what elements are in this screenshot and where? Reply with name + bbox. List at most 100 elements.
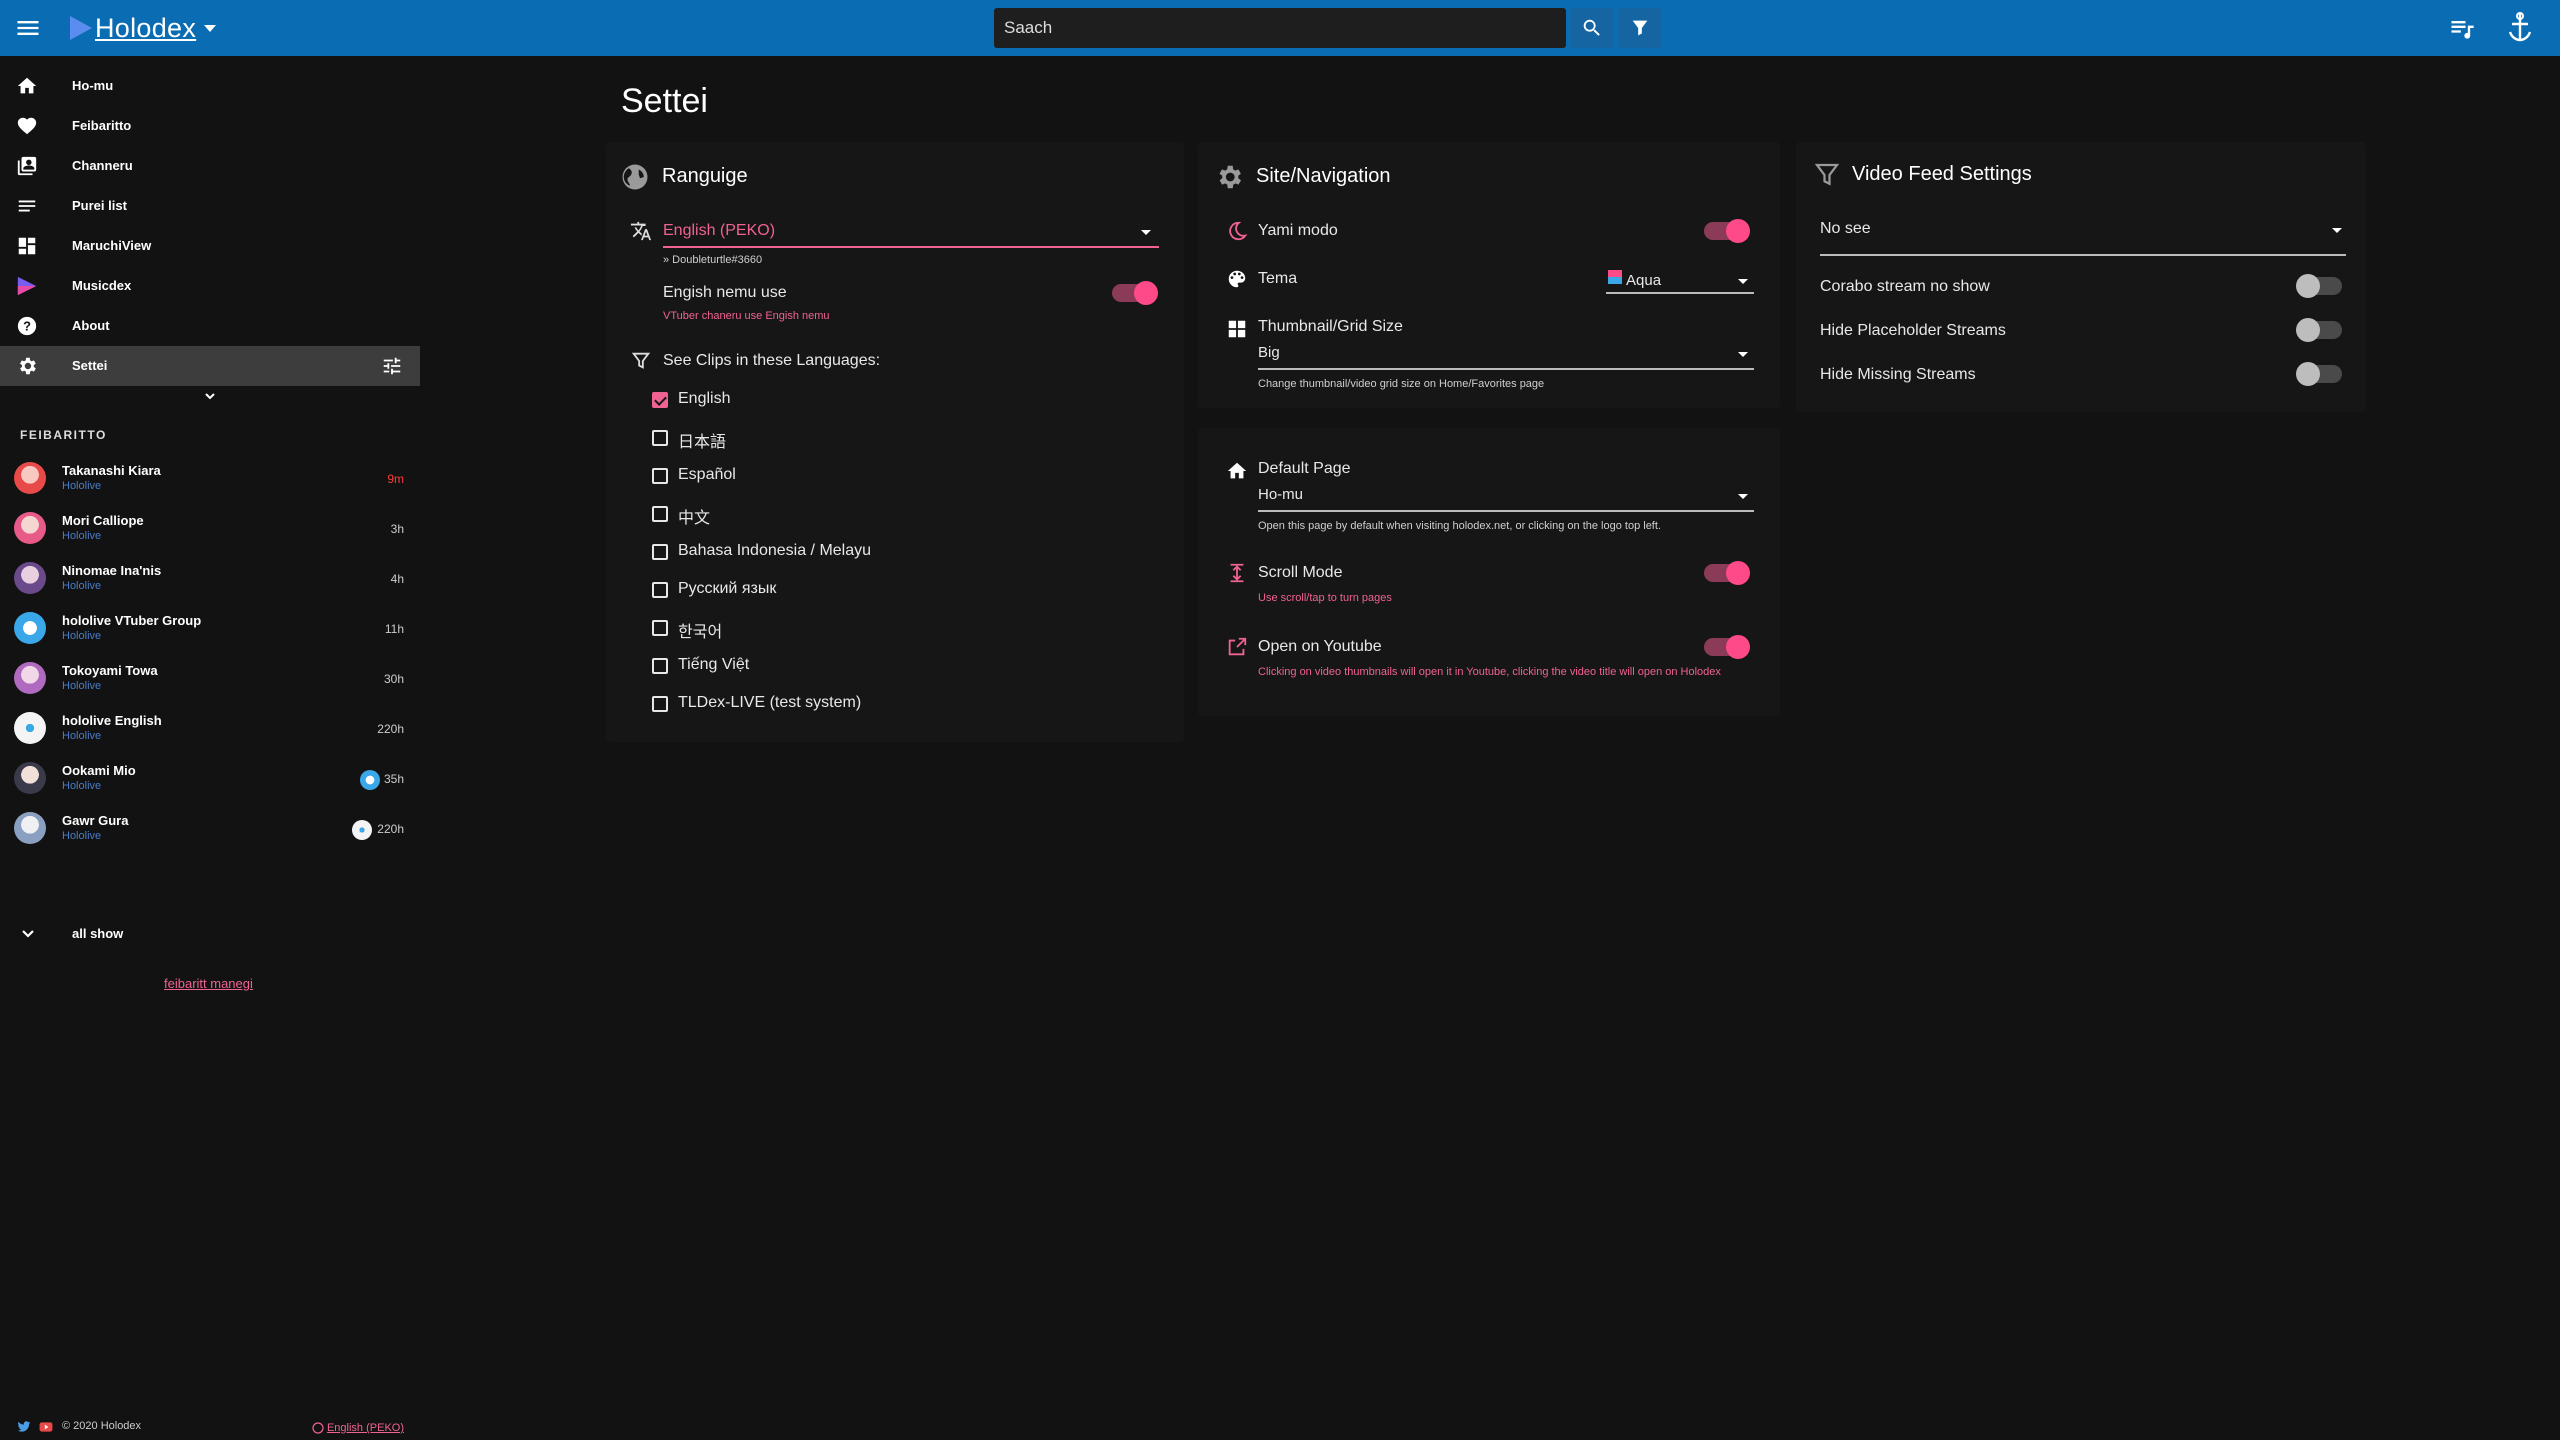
clip-language-option[interactable]: Español [606,466,1166,498]
clip-language-option[interactable]: 中文 [606,506,1166,536]
globe-icon [312,1422,324,1434]
manage-favorites-link[interactable]: feibaritt manegi [164,976,253,991]
menu-icon[interactable] [14,14,42,42]
sidebar-item-favorites[interactable]: Feibaritto [0,106,420,146]
sidebar-item-musicdex[interactable]: Musicdex [0,266,420,306]
sidebar-item-playlist[interactable]: Purei list [0,186,420,226]
sidebar-item-about[interactable]: ? About [0,306,420,346]
theme-label: Tema [1258,270,1298,287]
channels-icon [16,155,38,177]
tune-icon[interactable] [380,355,404,377]
heart-icon [16,115,38,137]
clip-language-label: Tiếng Việt [678,656,750,673]
checkbox[interactable] [652,430,668,446]
favorite-channel-row[interactable]: Gawr Gura Hololive 220h [0,804,420,854]
footer-language-link[interactable]: English (PEKO) [327,1422,404,1434]
chevron-down-icon[interactable] [204,24,217,32]
clip-language-option[interactable]: Русский язык [606,580,1166,612]
clips-languages-title: See Clips in these Languages: [663,352,881,369]
language-select[interactable]: English (PEKO) [663,222,775,240]
chevron-down-icon[interactable] [1141,230,1151,235]
checkbox[interactable] [652,392,668,408]
sidebar-item-home[interactable]: Ho-mu [0,66,420,106]
clip-language-option[interactable]: Tiếng Việt [606,656,1166,688]
search-button[interactable] [1570,8,1614,48]
checkbox[interactable] [652,696,668,712]
group-avatar-badge [360,770,380,790]
avatar [14,712,46,744]
open-youtube-hint: Clicking on video thumbnails will open i… [1258,666,1721,678]
sidebar-item-channels[interactable]: Channeru [0,146,420,186]
chevron-down-icon[interactable] [1738,279,1748,284]
favorite-channel-row[interactable]: Tokoyami Towa Hololive 30h [0,654,420,704]
checkbox[interactable] [652,468,668,484]
open-external-icon [1226,636,1248,658]
clip-language-option[interactable]: English [606,390,1166,422]
checkbox[interactable] [652,506,668,522]
chevron-down-icon[interactable] [2332,228,2342,233]
open-youtube-toggle[interactable] [1700,634,1750,660]
checkbox[interactable] [652,620,668,636]
filter-button[interactable] [1618,8,1662,48]
show-all-button[interactable]: all show [0,914,420,954]
default-page-select[interactable]: Ho-mu [1258,486,1303,503]
favorite-channel-row[interactable]: Ninomae Ina'nis Hololive 4h [0,554,420,604]
favorite-channel-row[interactable]: hololive VTuber Group Hololive 11h [0,604,420,654]
sidebar-item-settings[interactable]: Settei [0,346,420,386]
hide-placeholder-toggle[interactable] [2296,317,2346,343]
english-names-toggle[interactable] [1108,280,1158,306]
checkbox[interactable] [652,544,668,560]
grid-size-select-underline [1258,368,1754,370]
clip-language-option[interactable]: 日本語 [606,430,1166,460]
chevron-down-icon[interactable] [1738,494,1748,499]
clip-language-label: 中文 [678,510,711,527]
search-input[interactable] [994,8,1566,48]
chevron-down-icon[interactable] [1738,352,1748,357]
avatar [14,612,46,644]
channel-name: Takanashi Kiara [62,463,161,478]
checkbox[interactable] [652,658,668,674]
twitter-icon[interactable] [16,1420,32,1434]
group-avatar-badge [352,820,372,840]
avatar [14,562,46,594]
last-live-time: 3h [390,522,404,536]
sidebar-item-multiview[interactable]: MaruchiView [0,226,420,266]
filter-icon [1812,160,1842,190]
favorite-channel-row[interactable]: hololive English Hololive 220h [0,704,420,754]
clip-language-option[interactable]: 한국어 [606,620,1166,650]
chevron-down-icon [18,926,38,942]
musicdex-icon [16,275,38,297]
theme-select[interactable]: Aqua [1626,272,1661,289]
gear-icon [16,355,38,377]
sidebar-item-label: Musicdex [72,278,132,293]
clip-language-option[interactable]: TLDex-LIVE (test system) [606,694,1166,726]
dark-mode-label: Yami modo [1258,222,1338,239]
channel-org: Hololive [62,530,102,542]
english-names-hint: VTuber chaneru use Engish nemu [663,310,830,322]
clip-language-label: 한국어 [678,624,723,641]
show-all-label: all show [72,926,124,941]
clip-language-option[interactable]: Bahasa Indonesia / Melayu [606,542,1166,574]
hide-missing-label: Hide Missing Streams [1820,366,1976,383]
user-avatar[interactable] [2500,8,2540,48]
hide-collabs-toggle[interactable] [2296,273,2346,299]
scroll-mode-toggle[interactable] [1700,560,1750,586]
favorite-channel-row[interactable]: Takanashi Kiara Hololive 9m [0,454,420,504]
grid-size-label: Thumbnail/Grid Size [1258,318,1403,335]
english-names-label: Engish nemu use [663,284,787,301]
youtube-icon[interactable] [38,1420,54,1434]
hide-missing-toggle[interactable] [2296,361,2346,387]
last-live-time: 220h [377,722,404,736]
favorite-channel-row[interactable]: Ookami Mio Hololive 35h [0,754,420,804]
playlist-icon[interactable] [2448,14,2476,42]
brand-logo[interactable]: Holodex [70,10,217,46]
translate-icon [630,220,652,242]
clip-language-label: TLDex-LIVE (test system) [678,694,862,711]
channel-org: Hololive [62,730,102,742]
hidden-channels-select[interactable]: No see [1820,220,1871,238]
chevron-down-icon[interactable] [200,388,220,404]
dark-mode-toggle[interactable] [1700,218,1750,244]
checkbox[interactable] [652,582,668,598]
grid-size-select[interactable]: Big [1258,344,1280,361]
favorite-channel-row[interactable]: Mori Calliope Hololive 3h [0,504,420,554]
